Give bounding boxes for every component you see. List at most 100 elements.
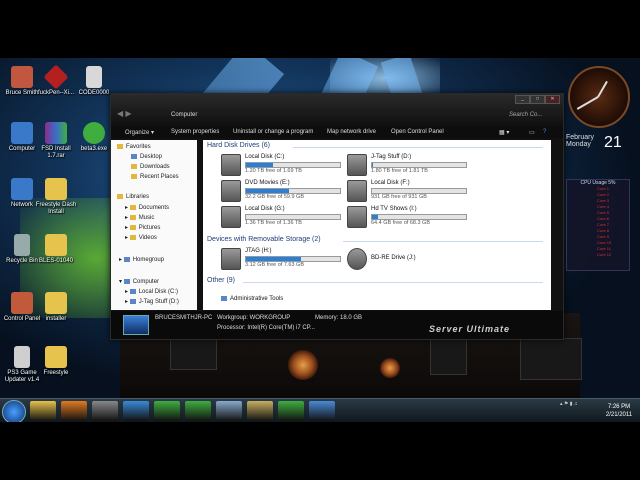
drive-usage-fill <box>246 257 302 261</box>
speaker <box>288 350 318 380</box>
nav-libraries[interactable]: Libraries <box>117 194 149 200</box>
minimize-button[interactable]: _ <box>515 95 530 104</box>
system-properties-button[interactable]: System properties <box>171 129 219 135</box>
taskbar-app-button[interactable] <box>309 401 335 421</box>
group-header-other[interactable]: Other (9) <box>207 277 235 284</box>
drive-item[interactable]: Local Disk (G:) 1.36 TB free of 1.36 TB <box>221 206 341 228</box>
nav-item-desktop[interactable]: Desktop <box>131 154 162 160</box>
library-icon <box>117 194 123 199</box>
drive-free-space: 64.4 GB free of 68.3 GB <box>371 220 431 226</box>
documents-icon <box>129 204 136 210</box>
hard-drive-icon <box>347 206 367 228</box>
group-header-hard-disk-drives[interactable]: Hard Disk Drives (6) <box>207 142 270 149</box>
group-header-removable-storage[interactable]: Devices with Removable Storage (2) <box>207 236 321 243</box>
nav-item-pictures[interactable]: ▸ Pictures <box>125 224 160 231</box>
divider <box>243 282 543 283</box>
drive-item[interactable]: J-Tag Stuff (D:) 1.80 TB free of 1.81 TB <box>347 154 467 176</box>
explorer-window[interactable]: ◀ ▶ Computer Search Co... _ □ ✕ Organize ▾… <box>110 93 564 340</box>
drive-item[interactable]: DVD Movies (E:) 32.2 GB free of 59.9 GB <box>221 180 341 202</box>
uninstall-program-button[interactable]: Uninstall or change a program <box>233 129 313 135</box>
calendar-day-name: Monday <box>566 141 591 148</box>
taskbar-firefox-button[interactable] <box>61 401 87 421</box>
cpu-core-label: Core 8 <box>597 228 610 233</box>
file-icon <box>14 346 30 368</box>
letterbox-bottom <box>0 422 640 480</box>
control-panel-icon <box>11 292 33 314</box>
taskbar-paint-button[interactable] <box>216 401 242 421</box>
videos-icon <box>129 234 136 240</box>
nav-item-music[interactable]: ▸ Music <box>125 214 154 221</box>
organize-button[interactable]: Organize ▾ <box>125 129 154 136</box>
xbox-icon <box>83 122 105 144</box>
drive-item[interactable]: Local Disk (F:) 931 GB free of 931 GB <box>347 180 467 202</box>
drive-item[interactable]: Hd TV Shows (I:) 64.4 GB free of 68.3 GB <box>347 206 467 228</box>
clock-hour-hand <box>597 80 608 98</box>
administrative-tools-item[interactable]: Administrative Tools <box>221 296 283 302</box>
clock-minute-hand <box>576 96 599 110</box>
nav-item-jtag-stuff[interactable]: ▸ J-Tag Stuff (D:) <box>125 298 179 305</box>
start-button[interactable] <box>2 400 26 424</box>
user-folder-icon <box>11 66 33 88</box>
taskbar-active-button[interactable] <box>278 401 304 421</box>
cpu-usage-gadget[interactable]: CPU Usage 5% Core 1 Core 2 Core 3 Core 4 Cor… <box>566 179 630 271</box>
help-icon[interactable]: ? <box>543 129 546 135</box>
drive-item[interactable]: Local Disk (C:) 1.20 TB free of 1.69 TB <box>221 154 341 176</box>
taskbar-media-button[interactable] <box>92 401 118 421</box>
map-network-drive-button[interactable]: Map network drive <box>327 129 376 135</box>
icon-label: installer <box>45 316 67 322</box>
cpu-core-list: Core 1 Core 2 Core 3 Core 4 Core 5 Core 6 Core… <box>567 186 629 258</box>
nav-favorites[interactable]: Favorites <box>117 144 151 150</box>
nav-item-local-disk-c[interactable]: ▸ Local Disk (C:) <box>125 288 178 295</box>
taskbar-tool-button[interactable] <box>185 401 211 421</box>
nav-item-downloads[interactable]: Downloads <box>131 164 170 170</box>
folder-icon <box>45 292 67 314</box>
cpu-core-label: Core 10 <box>597 240 612 245</box>
maximize-button[interactable]: □ <box>530 95 545 104</box>
calendar-gadget[interactable]: February Monday 21 <box>566 134 628 162</box>
desktop-icon[interactable]: Freestyle Dash Install <box>34 178 78 216</box>
nav-item-videos[interactable]: ▸ Videos <box>125 234 157 241</box>
nav-item-recent-places[interactable]: Recent Places <box>131 174 179 180</box>
divider <box>343 241 543 242</box>
content-pane[interactable]: Hard Disk Drives (6) Local Disk (C:) 1.2… <box>203 140 551 310</box>
cpu-core-label: Core 12 <box>597 252 612 257</box>
taskbar-folder-button[interactable] <box>247 401 273 421</box>
cpu-core-label: Core 11 <box>597 246 611 251</box>
nav-homegroup[interactable]: ▸ Homegroup <box>119 256 164 263</box>
ruby-icon <box>43 64 69 90</box>
open-control-panel-button[interactable]: Open Control Panel <box>391 129 444 135</box>
drive-item[interactable]: BD-RE Drive (J:) <box>347 248 467 270</box>
taskbar-ie-button[interactable] <box>123 401 149 421</box>
view-options-icon[interactable]: ▦ ▾ <box>499 129 509 136</box>
drive-free-space: 1.80 TB free of 1.81 TB <box>371 168 428 174</box>
calendar-day: 21 <box>604 134 622 151</box>
desktop-icon[interactable]: Freestyle <box>34 346 78 377</box>
desktop-icon[interactable]: BLES-01040 <box>34 234 78 265</box>
drive-name: Local Disk (F:) <box>371 180 410 186</box>
drive-item[interactable]: JTAG (H:) 3.12 GB free of 7.63 GB <box>221 248 341 270</box>
preview-pane-icon[interactable]: ▭ <box>529 129 535 136</box>
taskbar-xbox-button[interactable] <box>154 401 180 421</box>
title-bar[interactable]: ◀ ▶ Computer Search Co... _ □ ✕ <box>111 94 563 124</box>
cpu-core-label: Core 4 <box>597 204 610 209</box>
nav-item-documents[interactable]: ▸ Documents <box>125 204 169 211</box>
cpu-core-label: Core 9 <box>597 234 610 239</box>
star-icon <box>117 144 123 149</box>
clock-gadget[interactable] <box>568 66 630 128</box>
icon-label: BLES-01040 <box>38 258 74 264</box>
navigation-pane: Favorites Desktop Downloads Recent Place… <box>111 140 197 310</box>
system-tray[interactable]: ▴ ⚑ ▮ ♫ <box>560 401 578 407</box>
clock[interactable]: 7:26 PM 2/21/2011 <box>600 403 638 419</box>
search-input[interactable]: Search Co... <box>509 112 542 118</box>
address-bar[interactable]: Computer <box>171 112 197 118</box>
close-button[interactable]: ✕ <box>545 95 560 104</box>
recycle-bin-icon <box>14 234 30 256</box>
drive-name: Local Disk (C:) <box>245 154 285 160</box>
recent-places-icon <box>131 174 137 179</box>
file-icon <box>86 66 102 88</box>
taskbar-explorer-button[interactable] <box>30 401 56 421</box>
desktop-icon[interactable]: installer <box>34 292 78 323</box>
nav-computer[interactable]: ▾ Computer <box>119 278 159 285</box>
drive-name: BD-RE Drive (J:) <box>371 255 416 261</box>
back-forward-buttons[interactable]: ◀ ▶ <box>117 109 157 119</box>
